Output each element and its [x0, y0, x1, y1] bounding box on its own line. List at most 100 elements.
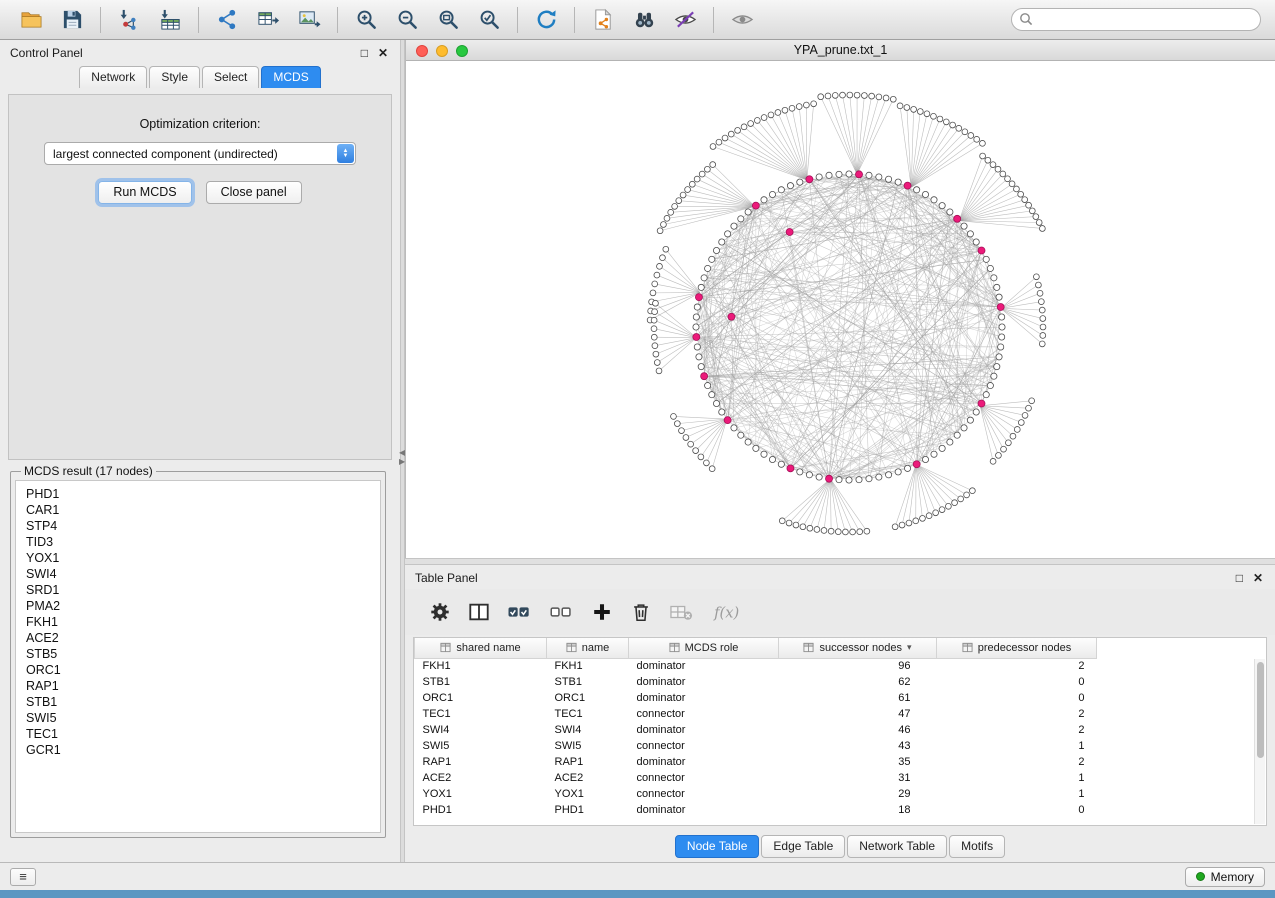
mcds-node-item[interactable]: STP4	[26, 518, 380, 534]
column-visibility-icon[interactable]	[468, 601, 490, 623]
column-header-name[interactable]: name	[547, 638, 629, 658]
table-row[interactable]: YOX1YOX1connector291	[415, 786, 1267, 802]
export-table-icon[interactable]	[251, 5, 285, 35]
cell-shared-name: TEC1	[415, 706, 547, 722]
mcds-node-item[interactable]: FKH1	[26, 614, 380, 630]
mcds-node-item[interactable]: ORC1	[26, 662, 380, 678]
table-toolbar: f(x)	[405, 589, 1275, 635]
network-window-titlebar: YPA_prune.txt_1	[406, 40, 1275, 61]
zoom-selected-icon[interactable]	[472, 5, 506, 35]
optimization-criterion-select[interactable]: largest connected component (undirected)…	[44, 142, 356, 165]
deselect-all-rows-icon[interactable]	[549, 601, 574, 623]
tab-select[interactable]: Select	[202, 66, 259, 88]
tab-network[interactable]: Network	[79, 66, 147, 88]
table-row[interactable]: ORC1ORC1dominator610	[415, 690, 1267, 706]
memory-button[interactable]: Memory	[1185, 867, 1265, 887]
import-table-from-file-icon[interactable]	[153, 5, 187, 35]
cell-successor-nodes: 62	[779, 674, 937, 690]
table-tab-node-table[interactable]: Node Table	[675, 835, 760, 858]
mcds-node-item[interactable]: PMA2	[26, 598, 380, 614]
table-settings-icon[interactable]	[429, 601, 451, 623]
search-network-icon[interactable]	[627, 5, 661, 35]
cell-mcds-role: dominator	[629, 690, 779, 706]
cell-successor-nodes: 18	[779, 802, 937, 818]
cell-predecessor-nodes: 1	[937, 786, 1097, 802]
open-file-icon[interactable]	[14, 5, 48, 35]
delete-rows-icon[interactable]	[630, 601, 652, 623]
horizontal-splitter[interactable]	[405, 558, 1275, 565]
table-row[interactable]: ACE2ACE2connector311	[415, 770, 1267, 786]
save-session-icon[interactable]	[55, 5, 89, 35]
export-image-icon[interactable]	[292, 5, 326, 35]
task-history-icon[interactable]: ≡	[10, 868, 36, 886]
add-row-icon[interactable]	[591, 601, 613, 623]
mcds-node-item[interactable]: GCR1	[26, 742, 380, 758]
mcds-node-item[interactable]: TEC1	[26, 726, 380, 742]
minimize-window-button[interactable]	[436, 45, 448, 57]
toolbar-separator	[100, 7, 101, 33]
scrollbar-thumb[interactable]	[1257, 662, 1264, 758]
column-header-MCDS-role[interactable]: MCDS role	[629, 638, 779, 658]
float-table-panel-icon[interactable]: □	[1236, 565, 1243, 591]
cell-shared-name: YOX1	[415, 786, 547, 802]
mcds-node-item[interactable]: ACE2	[26, 630, 380, 646]
float-panel-icon[interactable]: □	[361, 40, 368, 66]
search-input[interactable]	[1011, 8, 1261, 31]
mcds-node-item[interactable]: STB5	[26, 646, 380, 662]
zoom-out-icon[interactable]	[390, 5, 424, 35]
mcds-node-item[interactable]: YOX1	[26, 550, 380, 566]
clone-network-icon[interactable]	[586, 5, 620, 35]
cell-shared-name: ORC1	[415, 690, 547, 706]
table-row[interactable]: FKH1FKH1dominator962	[415, 658, 1267, 674]
table-row[interactable]: TEC1TEC1connector472	[415, 706, 1267, 722]
show-graphics-details-icon[interactable]	[668, 5, 702, 35]
mcds-node-item[interactable]: SRD1	[26, 582, 380, 598]
cell-predecessor-nodes: 1	[937, 738, 1097, 754]
table-tab-network-table[interactable]: Network Table	[847, 835, 947, 858]
hide-graphics-icon[interactable]	[725, 5, 759, 35]
svg-text:f(x): f(x)	[713, 605, 739, 622]
column-header-shared-name[interactable]: shared name	[415, 638, 547, 658]
table-row[interactable]: STB1STB1dominator620	[415, 674, 1267, 690]
network-canvas[interactable]	[406, 61, 1274, 557]
mcds-node-item[interactable]: STB1	[26, 694, 380, 710]
column-header-successor-nodes[interactable]: successor nodes▾	[779, 638, 937, 658]
close-window-button[interactable]	[416, 45, 428, 57]
select-all-rows-icon[interactable]	[507, 601, 532, 623]
zoom-fit-icon[interactable]	[431, 5, 465, 35]
import-network-from-file-icon[interactable]	[112, 5, 146, 35]
mcds-node-item[interactable]: PHD1	[26, 486, 380, 502]
column-header-predecessor-nodes[interactable]: predecessor nodes	[937, 638, 1097, 658]
close-panel-button[interactable]: Close panel	[206, 181, 302, 204]
cell-mcds-role: connector	[629, 738, 779, 754]
table-tab-motifs[interactable]: Motifs	[949, 835, 1005, 858]
run-mcds-button[interactable]: Run MCDS	[98, 181, 191, 204]
refresh-view-icon[interactable]	[529, 5, 563, 35]
table-tab-edge-table[interactable]: Edge Table	[761, 835, 845, 858]
mcds-node-item[interactable]: SWI5	[26, 710, 380, 726]
network-window: YPA_prune.txt_1	[405, 40, 1275, 558]
cell-mcds-role: connector	[629, 786, 779, 802]
table-row[interactable]: SWI5SWI5connector431	[415, 738, 1267, 754]
mcds-node-item[interactable]: RAP1	[26, 678, 380, 694]
tab-mcds[interactable]: MCDS	[261, 66, 320, 88]
close-table-panel-icon[interactable]: ✕	[1253, 565, 1263, 591]
close-panel-icon[interactable]: ✕	[378, 40, 388, 66]
cell-predecessor-nodes: 0	[937, 802, 1097, 818]
table-row[interactable]: PHD1PHD1dominator180	[415, 802, 1267, 818]
table-row[interactable]: RAP1RAP1dominator352	[415, 754, 1267, 770]
mcds-node-item[interactable]: CAR1	[26, 502, 380, 518]
cell-mcds-role: dominator	[629, 674, 779, 690]
toolbar-separator	[574, 7, 575, 33]
zoom-in-icon[interactable]	[349, 5, 383, 35]
cell-mcds-role: dominator	[629, 754, 779, 770]
mcds-node-item[interactable]: TID3	[26, 534, 380, 550]
table-scrollbar[interactable]	[1254, 659, 1265, 824]
maximize-window-button[interactable]	[456, 45, 468, 57]
right-area: YPA_prune.txt_1 Table Panel □ ✕ f(x)	[405, 40, 1275, 862]
cell-predecessor-nodes: 2	[937, 722, 1097, 738]
export-network-icon[interactable]	[210, 5, 244, 35]
table-row[interactable]: SWI4SWI4dominator462	[415, 722, 1267, 738]
mcds-node-item[interactable]: SWI4	[26, 566, 380, 582]
tab-style[interactable]: Style	[149, 66, 200, 88]
